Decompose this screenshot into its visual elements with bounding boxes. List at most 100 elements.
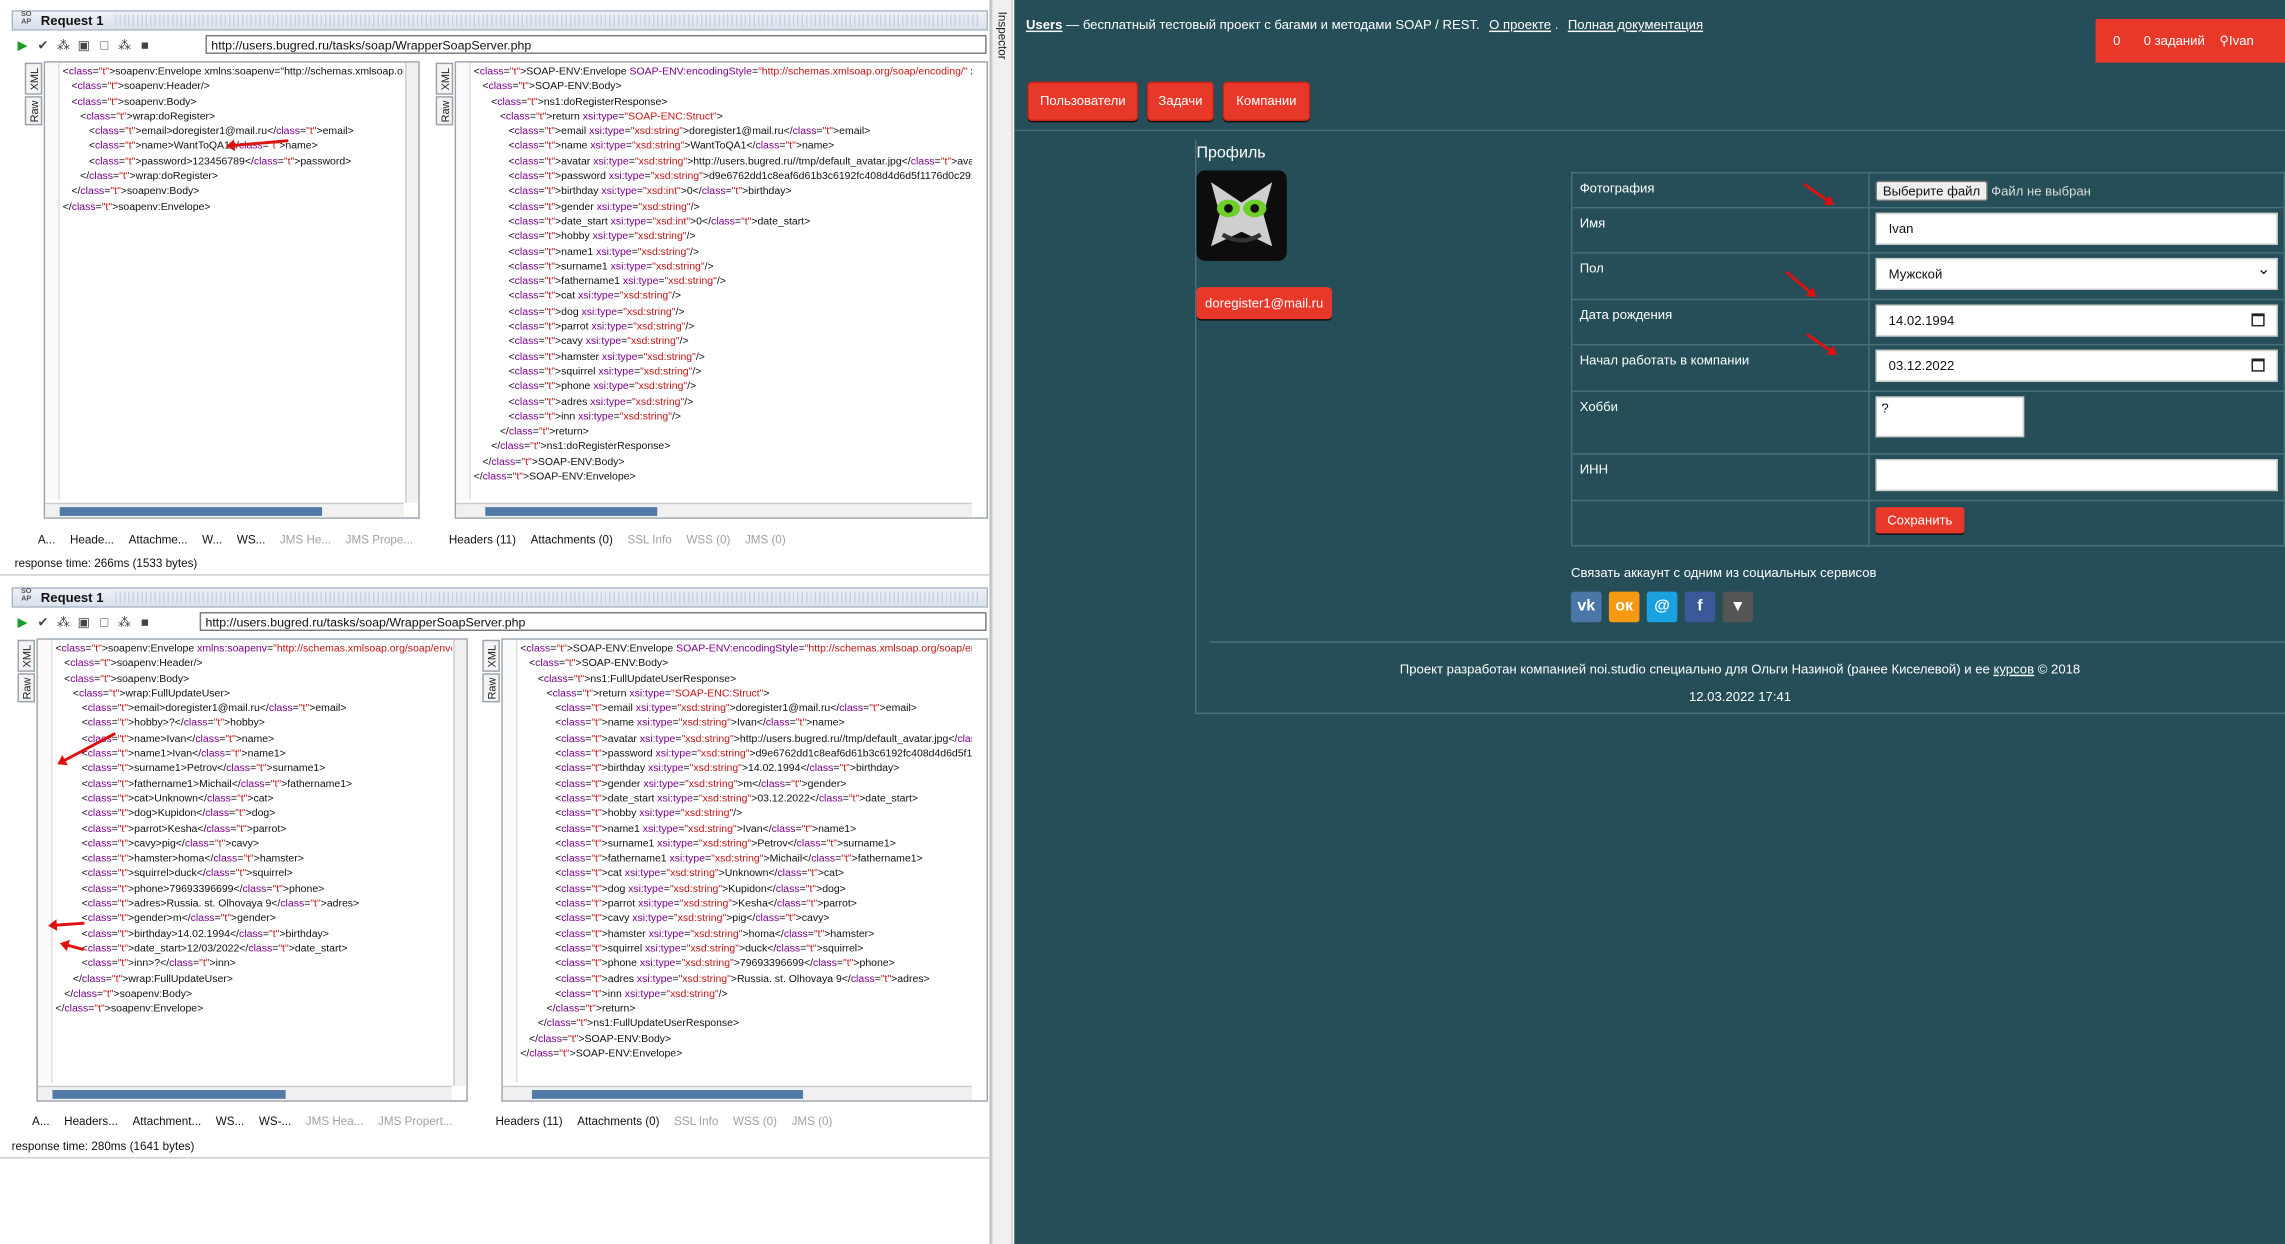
stop-icon[interactable]: ■ <box>137 37 153 53</box>
endpoint-url-field-2[interactable]: http://users.bugred.ru/tasks/soap/Wrappe… <box>199 612 987 632</box>
mailru-icon[interactable]: @ <box>1646 591 1678 623</box>
calendar-icon[interactable] <box>2251 313 2265 327</box>
courses-link[interactable]: курсов <box>1993 662 2034 677</box>
scroll-thumb[interactable] <box>531 1090 803 1099</box>
xml-line: <class="t">cat xsi:type="xsd:string">Unk… <box>520 866 845 880</box>
brand-link[interactable]: Users <box>1026 17 1062 32</box>
request-1-titlebar[interactable]: SO AP Request 1 <box>11 10 989 31</box>
facebook-icon[interactable]: f <box>1684 591 1716 623</box>
add-assertion-icon[interactable]: ✔ <box>35 614 51 630</box>
settings-icon[interactable]: ⁂ <box>117 614 133 630</box>
request-2-xml[interactable]: <class="t">soapenv:Envelope xmlns:soapen… <box>55 641 451 1016</box>
scroll-thumb[interactable] <box>59 507 323 516</box>
horizontal-scrollbar[interactable] <box>502 1085 973 1101</box>
endpoint-url-field[interactable]: http://users.bugred.ru/tasks/soap/Wrappe… <box>205 34 987 54</box>
gender-select[interactable]: Мужской <box>1875 255 2278 291</box>
vk-icon[interactable]: vk <box>1570 591 1602 623</box>
bottom-tab[interactable]: Attachme... <box>129 533 188 546</box>
nav-users-button[interactable]: Пользователи <box>1027 81 1139 121</box>
vertical-scrollbar[interactable] <box>405 62 419 503</box>
add-assertion-icon[interactable]: ✔ <box>35 37 51 53</box>
bottom-tab[interactable]: JMS Hea... <box>306 1115 364 1128</box>
notification-count[interactable]: 0 <box>2113 34 2120 49</box>
bottom-tab[interactable]: SSL Info <box>627 533 671 546</box>
xml-tab-2[interactable]: XML <box>17 639 35 672</box>
bottom-tab[interactable]: JMS Propert... <box>378 1115 453 1128</box>
more-icon[interactable]: ▾ <box>1722 591 1754 623</box>
xml-line: <class="t">soapenv:Body> <box>55 671 190 685</box>
bottom-tab[interactable]: WSS (0) <box>686 533 730 546</box>
horizontal-scrollbar[interactable] <box>456 502 973 518</box>
bottom-tab[interactable]: WS... <box>216 1115 245 1128</box>
hobby-textarea[interactable]: ? <box>1875 396 2025 438</box>
bottom-tab[interactable]: JMS He... <box>280 533 331 546</box>
bottom-tab[interactable]: W... <box>202 533 222 546</box>
nav-companies-button[interactable]: Компании <box>1222 81 1311 121</box>
inspector-panel[interactable]: Inspector <box>990 0 1013 1244</box>
scroll-thumb[interactable] <box>52 1090 286 1099</box>
cancel-icon[interactable]: ⁂ <box>55 37 71 53</box>
bottom-tab[interactable]: WS-... <box>259 1115 291 1128</box>
response-2-viewer[interactable]: <class="t">SOAP-ENV:Envelope SOAP-ENV:en… <box>501 638 989 1102</box>
bottom-tab[interactable]: Attachments (0) <box>577 1115 659 1128</box>
raw-tab[interactable]: Raw <box>24 96 43 126</box>
bottom-tab[interactable]: Headers (11) <box>449 533 516 546</box>
bottom-tab[interactable]: WSS (0) <box>733 1115 777 1128</box>
nav-tasks-button[interactable]: Задачи <box>1146 81 1214 121</box>
raw-tab-response[interactable]: Raw <box>435 96 454 126</box>
request-1-editor[interactable]: <class="t">soapenv:Envelope xmlns:soapen… <box>43 61 420 519</box>
docs-link[interactable]: Полная документация <box>1568 17 1703 32</box>
run-icon[interactable]: ▶ <box>15 37 31 53</box>
request-2-editor[interactable]: <class="t">soapenv:Envelope xmlns:soapen… <box>36 638 468 1102</box>
endpoint-icon[interactable]: □ <box>96 614 112 630</box>
settings-icon[interactable]: ⁂ <box>117 37 133 53</box>
bottom-tab[interactable]: Headers... <box>64 1115 118 1128</box>
endpoint-icon[interactable]: □ <box>96 37 112 53</box>
response-1-xml[interactable]: <class="t">SOAP-ENV:Envelope SOAP-ENV:en… <box>474 64 972 484</box>
response-2-xml[interactable]: <class="t">SOAP-ENV:Envelope SOAP-ENV:en… <box>520 641 972 1061</box>
stop-icon[interactable]: ■ <box>137 614 153 630</box>
start-date-field[interactable]: 03.12.2022 <box>1875 349 2278 382</box>
raw-tab-response-2[interactable]: Raw <box>482 673 500 703</box>
horizontal-scrollbar[interactable] <box>45 502 404 518</box>
tasks-link[interactable]: 0 заданий <box>2144 34 2205 49</box>
splitter[interactable] <box>0 574 991 576</box>
name-field[interactable]: Ivan <box>1875 212 2278 245</box>
xml-tab-response-2[interactable]: XML <box>482 639 500 672</box>
bottom-tab[interactable]: A... <box>32 1115 50 1128</box>
bottom-tab[interactable]: WS... <box>237 533 266 546</box>
about-link[interactable]: О проекте <box>1489 17 1551 32</box>
choose-file-button[interactable]: Выберите файл <box>1875 180 1988 202</box>
inn-field[interactable] <box>1875 459 2278 492</box>
xml-line: <class="t">soapenv:Envelope xmlns:soapen… <box>62 64 404 78</box>
response-1-viewer[interactable]: <class="t">SOAP-ENV:Envelope SOAP-ENV:en… <box>454 61 989 519</box>
raw-tab-2[interactable]: Raw <box>17 673 35 703</box>
splitter-2[interactable] <box>0 1157 991 1159</box>
xml-line: <class="t">wrap:doRegister> <box>62 109 216 123</box>
run-icon[interactable]: ▶ <box>15 614 31 630</box>
request-2-titlebar[interactable]: SO AP Request 1 <box>11 587 989 608</box>
create-mock-icon[interactable]: ▣ <box>76 614 92 630</box>
bottom-tab[interactable]: SSL Info <box>674 1115 718 1128</box>
calendar-icon[interactable] <box>2251 358 2265 372</box>
bottom-tab[interactable]: JMS Prope... <box>346 533 413 546</box>
vertical-scrollbar[interactable] <box>453 639 467 1086</box>
bottom-tab[interactable]: Headers (11) <box>495 1115 562 1128</box>
birthdate-field[interactable]: 14.02.1994 <box>1875 304 2278 337</box>
bottom-tab[interactable]: Heade... <box>70 533 114 546</box>
scroll-thumb[interactable] <box>485 507 658 516</box>
bottom-tab[interactable]: JMS (0) <box>745 533 786 546</box>
create-mock-icon[interactable]: ▣ <box>76 37 92 53</box>
xml-tab[interactable]: XML <box>24 62 43 95</box>
horizontal-scrollbar[interactable] <box>37 1085 452 1101</box>
odnoklassniki-icon[interactable]: ок <box>1608 591 1640 623</box>
bottom-tab[interactable]: JMS (0) <box>792 1115 833 1128</box>
email-button[interactable]: doregister1@mail.ru <box>1196 287 1332 320</box>
bottom-tab[interactable]: A... <box>38 533 56 546</box>
xml-tab-response[interactable]: XML <box>435 62 454 95</box>
bottom-tab[interactable]: Attachments (0) <box>531 533 613 546</box>
bottom-tab[interactable]: Attachment... <box>133 1115 202 1128</box>
user-link[interactable]: Ivan <box>2229 34 2254 49</box>
cancel-icon[interactable]: ⁂ <box>55 614 71 630</box>
save-button[interactable]: Сохранить <box>1875 507 1965 534</box>
